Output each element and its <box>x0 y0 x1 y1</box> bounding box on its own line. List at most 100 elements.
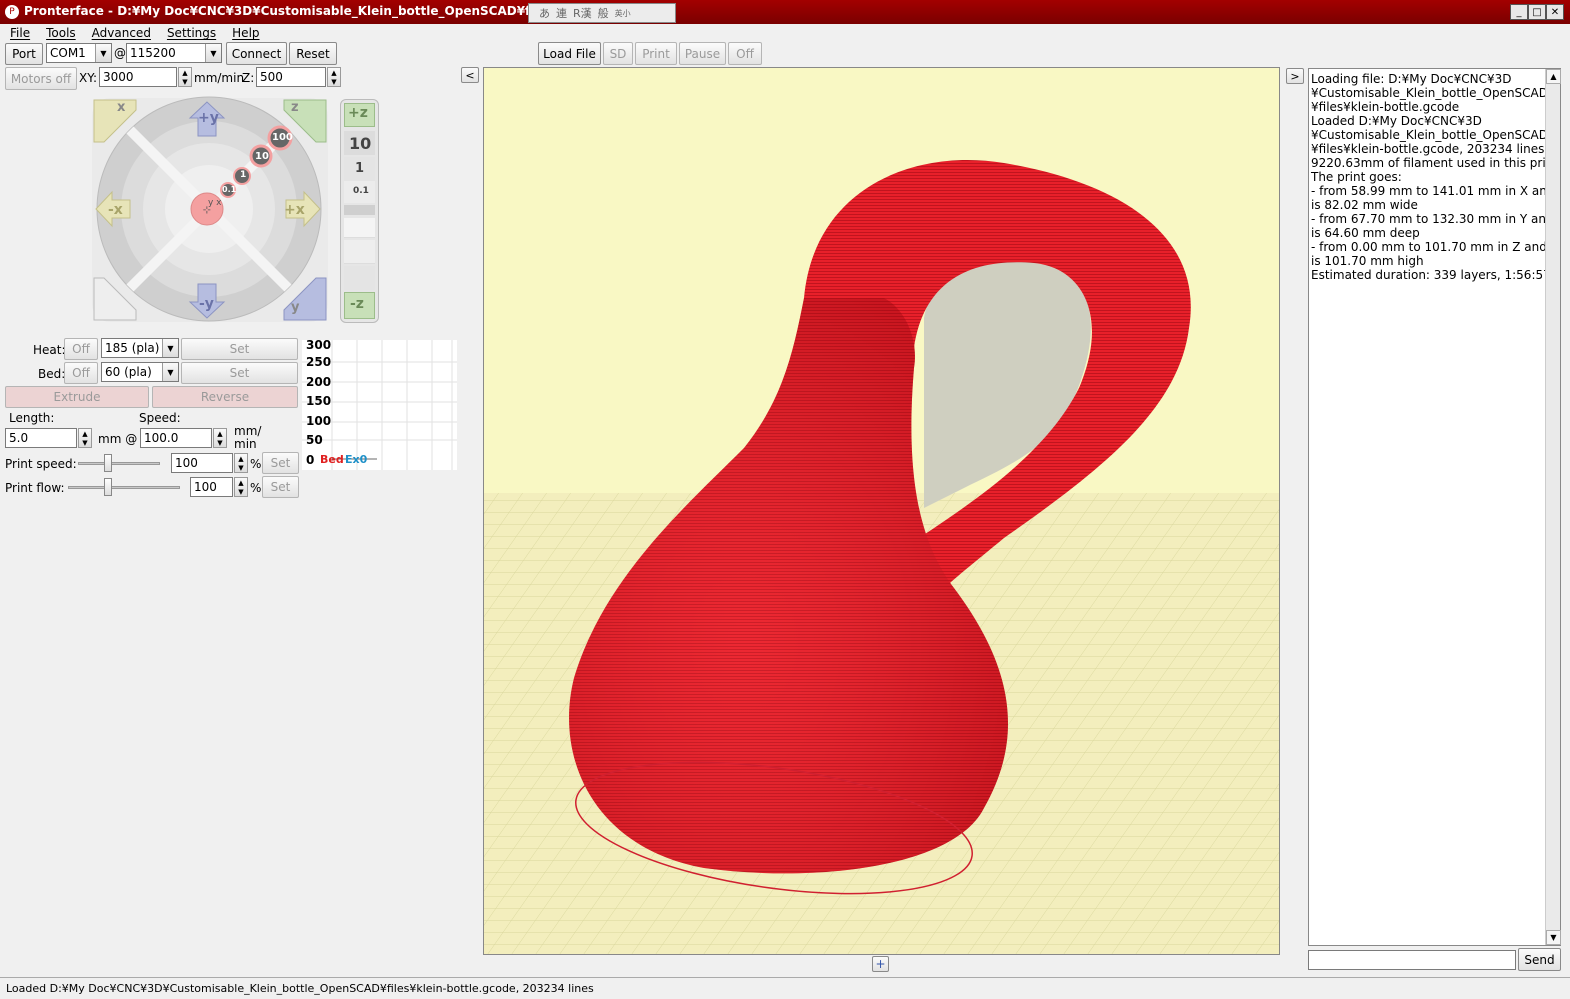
temp-tick: 250 <box>306 355 332 369</box>
extrude-button[interactable]: Extrude <box>5 386 149 408</box>
menu-settings[interactable]: Settings <box>167 26 216 40</box>
log-console[interactable]: Loading file: D:¥My Doc¥CNC¥3D ¥Customis… <box>1308 68 1561 946</box>
heat-set-button[interactable]: Set <box>181 338 298 360</box>
maximize-icon[interactable]: □ <box>1528 4 1546 20</box>
chevron-down-icon[interactable]: ▼ <box>95 44 111 62</box>
z-separator <box>344 205 375 215</box>
print-speed-set-button[interactable]: Set <box>262 452 299 474</box>
print-speed-label: Print speed: <box>5 457 77 471</box>
xy-feed-input[interactable]: 3000 <box>99 67 177 87</box>
mm-at-label: mm @ <box>98 432 138 446</box>
log-scrollbar[interactable]: ▲ ▼ <box>1545 69 1561 945</box>
legend-ex0: Ex0 <box>345 453 368 466</box>
print-speed-slider-track[interactable] <box>78 462 160 465</box>
z-feed-input[interactable]: 500 <box>256 67 326 87</box>
print-flow-unit: % <box>250 481 262 495</box>
sd-button[interactable]: SD <box>603 42 633 65</box>
reverse-button[interactable]: Reverse <box>152 386 298 408</box>
collapse-right-button[interactable]: > <box>1286 68 1304 84</box>
bed-off-button[interactable]: Off <box>64 362 98 384</box>
chevron-down-icon[interactable]: ▼ <box>205 44 221 62</box>
menu-bar: File Tools Advanced Settings Help <box>0 24 1570 42</box>
heat-select[interactable]: 185 (pla) ▼ <box>101 338 179 358</box>
temp-tick: 0 <box>306 453 315 467</box>
length-spinner[interactable]: ▲ ▼ <box>78 428 92 448</box>
xy-feed-spinner[interactable]: ▲ ▼ <box>178 67 192 87</box>
log-line: - from 67.70 mm to 132.30 mm in Y and is… <box>1311 212 1554 240</box>
menu-advanced[interactable]: Advanced <box>92 26 151 40</box>
status-bar: Loaded D:¥My Doc¥CNC¥3D¥Customisable_Kle… <box>0 977 1570 999</box>
menu-tools[interactable]: Tools <box>46 26 76 40</box>
speed-unit-label: mm/ min <box>234 424 262 451</box>
model-render[interactable] <box>484 68 1280 955</box>
ime-item[interactable]: あ <box>539 5 550 21</box>
temp-tick: 300 <box>306 338 332 352</box>
z-step-1-label: 1 <box>355 161 365 176</box>
z-down-step-10[interactable] <box>344 266 375 290</box>
bed-value: 60 (pla) <box>105 365 152 379</box>
pause-button[interactable]: Pause <box>679 42 726 65</box>
step-01-label: 0.1 <box>222 185 237 194</box>
send-button[interactable]: Send <box>1518 948 1561 971</box>
z-down-step-01[interactable] <box>344 218 375 238</box>
load-file-button[interactable]: Load File <box>538 42 601 65</box>
chevron-down-icon[interactable]: ▼ <box>162 363 178 381</box>
bed-select[interactable]: 60 (pla) ▼ <box>101 362 179 382</box>
z-jog-control[interactable] <box>340 99 379 323</box>
plus-z-label: +z <box>348 105 368 121</box>
speed-input[interactable]: 100.0 <box>140 428 212 448</box>
add-object-button[interactable]: + <box>872 956 889 972</box>
print-speed-unit: % <box>250 457 262 471</box>
print-speed-input[interactable]: 100 <box>171 453 233 473</box>
bed-set-button[interactable]: Set <box>181 362 298 384</box>
heat-off-button[interactable]: Off <box>64 338 98 360</box>
print-speed-slider-thumb[interactable] <box>103 454 112 472</box>
home-z-label: z <box>291 100 299 115</box>
menu-help[interactable]: Help <box>232 26 259 40</box>
scroll-up-icon[interactable]: ▲ <box>1546 69 1561 84</box>
z-down-step-1[interactable] <box>344 240 375 264</box>
z-step-01-label: 0.1 <box>353 186 369 196</box>
menu-file[interactable]: File <box>10 26 30 40</box>
ime-item[interactable]: 般 <box>598 5 609 21</box>
ime-toolbar[interactable]: あ 連 R漢 般 英小 <box>528 3 676 23</box>
temp-tick: 150 <box>306 394 332 408</box>
ime-item[interactable]: 英小 <box>615 8 631 19</box>
bed-label: Bed: <box>38 367 66 381</box>
command-input[interactable] <box>1308 950 1516 970</box>
window-titlebar: P Pronterface - D:¥My Doc¥CNC¥3D¥Customi… <box>0 0 1570 24</box>
scroll-down-icon[interactable]: ▼ <box>1546 930 1561 945</box>
temp-tick: 100 <box>306 414 332 428</box>
z-feed-spinner[interactable]: ▲ ▼ <box>327 67 341 87</box>
status-text: Loaded D:¥My Doc¥CNC¥3D¥Customisable_Kle… <box>6 982 594 995</box>
temp-tick: 200 <box>306 375 332 389</box>
port-select[interactable]: COM1 ▼ <box>46 43 112 63</box>
gcode-3d-viewer[interactable] <box>483 67 1280 955</box>
print-flow-input[interactable]: 100 <box>190 477 233 497</box>
minimize-icon[interactable]: _ <box>1510 4 1528 20</box>
port-button[interactable]: Port <box>5 43 43 65</box>
speed-spinner[interactable]: ▲ ▼ <box>213 428 227 448</box>
print-speed-spinner[interactable]: ▲ ▼ <box>234 453 248 473</box>
reset-button[interactable]: Reset <box>289 42 337 65</box>
close-icon[interactable]: ✕ <box>1546 4 1564 20</box>
connect-button[interactable]: Connect <box>226 42 287 65</box>
off-button[interactable]: Off <box>728 42 762 65</box>
jog-minus-x-label: -x <box>108 202 123 218</box>
collapse-left-button[interactable]: < <box>461 67 479 83</box>
print-flow-set-button[interactable]: Set <box>262 476 299 498</box>
window-title: Pronterface - D:¥My Doc¥CNC¥3D¥Customisa… <box>24 4 582 18</box>
ime-item[interactable]: 連 <box>556 5 567 21</box>
ime-item[interactable]: R漢 <box>573 5 592 21</box>
motors-off-button[interactable]: Motors off <box>5 67 77 90</box>
print-flow-slider-track[interactable] <box>68 486 180 489</box>
length-input[interactable]: 5.0 <box>5 428 77 448</box>
chevron-down-icon[interactable]: ▼ <box>162 339 178 357</box>
print-flow-slider-thumb[interactable] <box>104 478 113 496</box>
print-flow-spinner[interactable]: ▲ ▼ <box>234 477 248 497</box>
temp-tick: 50 <box>306 433 323 447</box>
feed-unit-label: mm/min <box>194 71 245 85</box>
print-button[interactable]: Print <box>635 42 677 65</box>
baud-select[interactable]: 115200 ▼ <box>126 43 222 63</box>
legend-bed: Bed <box>320 453 344 466</box>
